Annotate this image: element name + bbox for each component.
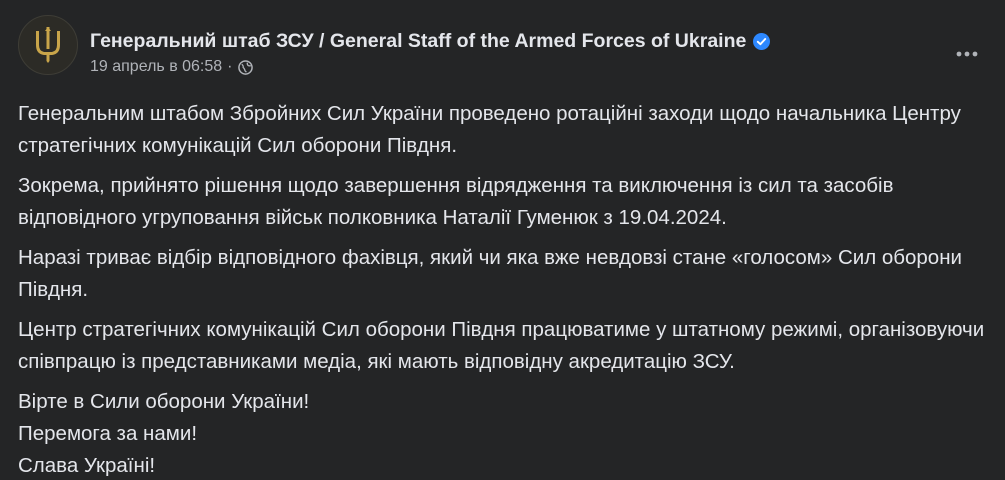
post-body: Генеральним штабом Збройних Сил України … xyxy=(18,98,989,480)
post-closing: Вірте в Сили оборони України! Перемога з… xyxy=(18,386,989,480)
more-options-icon xyxy=(956,51,978,57)
post-header: Генеральний штаб ЗСУ / General Staff of … xyxy=(90,28,935,77)
verified-badge-icon xyxy=(753,32,771,50)
post-meta: 19 апрель в 06:58 · xyxy=(90,57,935,77)
author-name-link[interactable]: Генеральний штаб ЗСУ / General Staff of … xyxy=(90,28,746,54)
post-paragraph: Зокрема, прийнято рішення щодо завершенн… xyxy=(18,174,894,229)
post-paragraph: Генеральним штабом Збройних Сил України … xyxy=(18,102,961,157)
more-options-button[interactable] xyxy=(949,36,985,72)
facebook-post: Генеральний штаб ЗСУ / General Staff of … xyxy=(0,0,1005,480)
author-row: Генеральний штаб ЗСУ / General Staff of … xyxy=(90,28,935,54)
closing-line: Слава Україні! xyxy=(18,454,156,477)
meta-separator: · xyxy=(227,58,233,75)
post-timestamp-link[interactable]: 19 апрель в 06:58 xyxy=(90,57,222,77)
closing-line: Вірте в Сили оборони України! xyxy=(18,390,310,413)
closing-line: Перемога за нами! xyxy=(18,422,198,445)
post-paragraph: Центр стратегічних комунікацій Сил оборо… xyxy=(18,318,985,373)
globe-icon[interactable] xyxy=(237,59,253,75)
tryzub-emblem-icon xyxy=(36,27,60,63)
page-avatar[interactable] xyxy=(18,15,78,75)
post-paragraph: Наразі триває відбір відповідного фахівц… xyxy=(18,246,962,301)
